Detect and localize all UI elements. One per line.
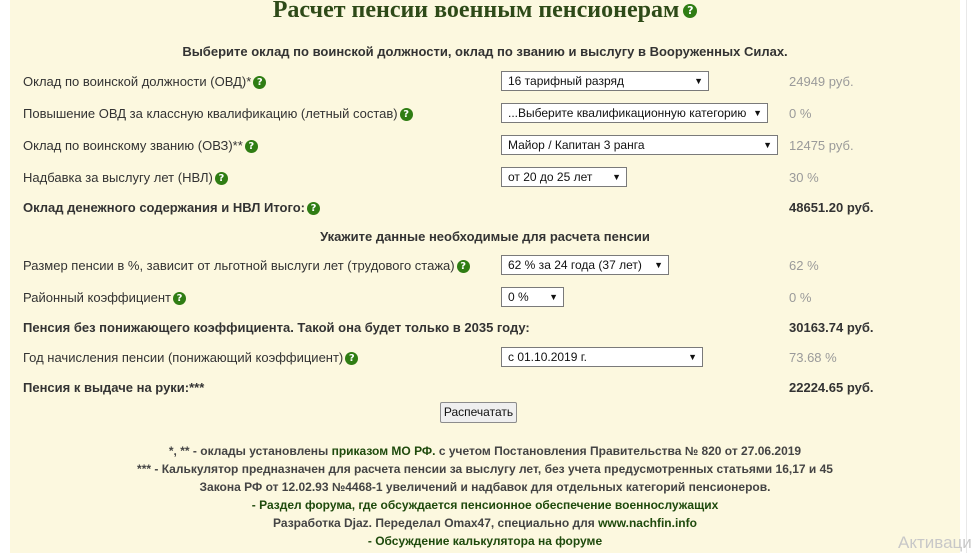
dropdown-arrow-icon: ▼ — [549, 292, 558, 302]
footer-dash: - — [251, 498, 260, 512]
ovd-label-text: Оклад по воинской должности (ОВД)* — [23, 74, 252, 89]
help-icon[interactable]: ? — [399, 108, 413, 121]
footer-line-3: Закона РФ от 12.02.93 №4468-1 увеличений… — [199, 480, 771, 494]
help-icon[interactable]: ? — [214, 172, 228, 185]
total-value: 48651.20 руб. — [789, 200, 874, 215]
activation-watermark: Активаци — [898, 533, 972, 552]
ovd-label: Оклад по воинской должности (ОВД)*? — [23, 74, 267, 89]
footer-line-6: - Обсуждение калькулятора на форуме — [10, 534, 960, 548]
dropdown-arrow-icon: ▼ — [694, 76, 703, 86]
footer-line-1-text-a: *, ** - оклады установлены — [168, 444, 332, 458]
print-button[interactable]: Распечатать — [440, 402, 517, 423]
forum-discussion-link[interactable]: Обсуждение калькулятора на форуме — [375, 534, 602, 548]
pension-year-select[interactable]: с 01.10.2019 г. ▼ — [501, 347, 703, 367]
ovd-select-value: 16 тарифный разряд — [508, 74, 625, 88]
pension-percent-label: Размер пенсии в %, зависит от льготной в… — [23, 258, 470, 273]
section-heading-salary: Выберите оклад по воинской должности, ок… — [182, 44, 788, 59]
total-label-text: Оклад денежного содержания и НВЛ Итого: — [23, 200, 306, 215]
scrollbar-track[interactable] — [966, 0, 967, 553]
pension-percent-value: 62 % — [789, 258, 819, 273]
pension-year-value: 73.68 % — [789, 350, 837, 365]
page-title-text: Расчет пенсии военным пенсионерам — [272, 0, 680, 23]
forum-section-link[interactable]: Раздел форума, где обсуждается пенсионно… — [259, 498, 718, 512]
nvl-label: Надбавка за выслугу лет (НВЛ)? — [23, 170, 228, 185]
footer-line-2: *** - Калькулятор предназначен для расче… — [137, 462, 833, 476]
pension-no-reduction-value: 30163.74 руб. — [789, 320, 874, 335]
pension-percent-select[interactable]: 62 % за 24 года (37 лет) ▼ — [501, 255, 669, 275]
nvl-select[interactable]: от 20 до 25 лет ▼ — [501, 167, 627, 187]
footer-line-5: Разработка Djaz. Переделал Omax47, специ… — [10, 516, 960, 530]
pension-year-select-value: с 01.10.2019 г. — [508, 350, 587, 364]
dropdown-arrow-icon: ▼ — [753, 108, 762, 118]
order-link[interactable]: приказом МО РФ. — [332, 444, 436, 458]
ovd-select[interactable]: 16 тарифный разряд ▼ — [501, 71, 709, 91]
class-qualification-select-value: ...Выберите квалификационную категорию — [508, 106, 747, 120]
calculator-panel: Расчет пенсии военным пенсионерам? Выбер… — [10, 0, 960, 553]
payout-label: Пенсия к выдаче на руки:*** — [23, 380, 205, 395]
regional-coefficient-value: 0 % — [789, 290, 812, 305]
pension-percent-label-text: Размер пенсии в %, зависит от льготной в… — [23, 258, 455, 273]
dropdown-arrow-icon: ▼ — [654, 260, 663, 270]
pension-percent-select-value: 62 % за 24 года (37 лет) — [508, 258, 642, 272]
regional-coefficient-select-value: 0 % — [508, 290, 529, 304]
nvl-select-value: от 20 до 25 лет — [508, 170, 593, 184]
help-icon[interactable]: ? — [172, 292, 186, 305]
regional-coefficient-label: Районный коэффициент? — [23, 290, 186, 305]
footer-line-1-text-b: с учетом Постановления Правительства № 8… — [435, 444, 802, 458]
regional-coefficient-select[interactable]: 0 % ▼ — [501, 287, 564, 307]
pension-year-label: Год начисления пенсии (понижающий коэффи… — [23, 350, 359, 365]
total-label: Оклад денежного содержания и НВЛ Итого:? — [23, 200, 321, 215]
ovz-label-text: Оклад по воинскому званию (ОВЗ)** — [23, 138, 243, 153]
regional-coefficient-label-text: Районный коэффициент — [23, 290, 171, 305]
pension-no-reduction-label: Пенсия без понижающего коэффициента. Так… — [23, 320, 530, 335]
class-qualification-label: Повышение ОВД за классную квалификацию (… — [23, 106, 413, 121]
footer-line-1: *, ** - оклады установлены приказом МО Р… — [10, 444, 960, 458]
ovd-value: 24949 руб. — [789, 74, 854, 89]
help-icon[interactable]: ? — [456, 260, 470, 273]
help-icon[interactable]: ? — [345, 352, 359, 365]
dropdown-arrow-icon: ▼ — [688, 352, 697, 362]
class-qualification-label-text: Повышение ОВД за классную квалификацию (… — [23, 106, 398, 121]
class-qualification-value: 0 % — [789, 106, 812, 121]
section-heading-pension: Укажите данные необходимые для расчета п… — [320, 229, 650, 244]
class-qualification-select[interactable]: ...Выберите квалификационную категорию ▼ — [501, 103, 768, 123]
ovz-value: 12475 руб. — [789, 138, 854, 153]
help-icon[interactable]: ? — [244, 140, 258, 153]
site-link[interactable]: www.nachfin.info — [598, 516, 697, 530]
dropdown-arrow-icon: ▼ — [763, 140, 772, 150]
nvl-label-text: Надбавка за выслугу лет (НВЛ) — [23, 170, 213, 185]
ovz-select[interactable]: Майор / Капитан 3 ранга ▼ — [501, 135, 778, 155]
nvl-value: 30 % — [789, 170, 819, 185]
footer-credits-text: Разработка Djaz. Переделал Omax47, специ… — [273, 516, 599, 530]
page-title: Расчет пенсии военным пенсионерам? — [10, 0, 960, 22]
right-margin — [960, 0, 979, 553]
help-icon[interactable]: ? — [253, 76, 267, 89]
help-icon[interactable]: ? — [683, 4, 698, 18]
ovz-label: Оклад по воинскому званию (ОВЗ)**? — [23, 138, 258, 153]
help-icon[interactable]: ? — [307, 202, 321, 215]
dropdown-arrow-icon: ▼ — [612, 172, 621, 182]
footer-line-4: - Раздел форума, где обсуждается пенсион… — [10, 498, 960, 512]
payout-value: 22224.65 руб. — [789, 380, 874, 395]
pension-year-label-text: Год начисления пенсии (понижающий коэффи… — [23, 350, 344, 365]
ovz-select-value: Майор / Капитан 3 ранга — [508, 138, 645, 152]
